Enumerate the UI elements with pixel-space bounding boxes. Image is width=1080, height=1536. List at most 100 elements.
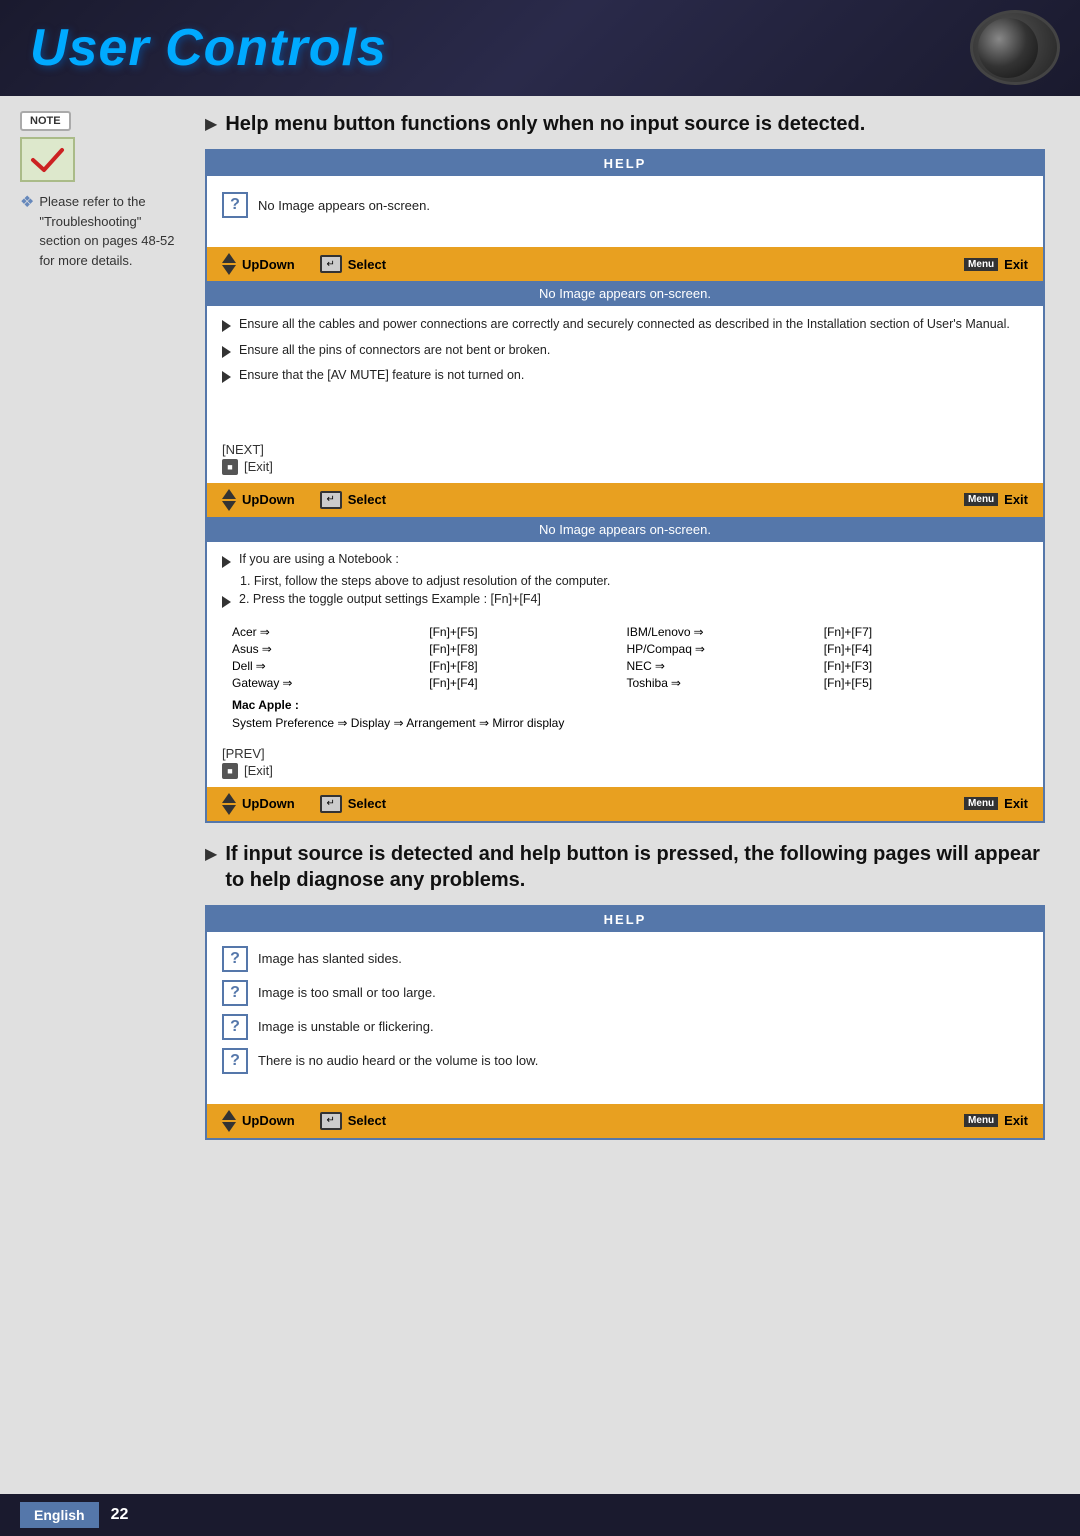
lt-dell-arrow: ⇒ <box>256 659 266 673</box>
hp2-text-2: Image is too small or too large. <box>258 985 436 1000</box>
logo <box>970 10 1060 85</box>
section1-arrow-icon: ▶ <box>205 114 217 134</box>
menu-badge-2: Menu <box>964 493 998 506</box>
nav-select-label-3: Select <box>348 796 386 811</box>
section2-heading-text: If input source is detected and help but… <box>225 841 1045 893</box>
nav-exit-4: Menu Exit <box>964 1113 1028 1128</box>
note-icon <box>20 137 75 182</box>
note-badge: NOTE <box>20 111 71 131</box>
lt-acer-key: [Fn]+[F5] <box>429 625 623 639</box>
mac-mirror: Mirror display <box>492 716 564 730</box>
bullet-text-1: Ensure all the cables and power connecti… <box>239 316 1010 334</box>
hp2-row-2: ? Image is too small or too large. <box>222 976 1028 1010</box>
lt-gateway: Gateway ⇒ <box>232 676 426 690</box>
lt-hp-arrow: ⇒ <box>695 642 705 656</box>
enter-icon-2: ↵ <box>320 491 342 509</box>
updown-arrows-icon <box>222 253 236 275</box>
menu-badge-3: Menu <box>964 797 998 810</box>
bullet-arrow-2 <box>222 346 231 358</box>
nav-select-label-4: Select <box>348 1113 386 1128</box>
lt-hp: HP/Compaq ⇒ <box>627 642 821 656</box>
section2-arrow-icon: ▶ <box>205 844 217 864</box>
enter-icon-3: ↵ <box>320 795 342 813</box>
updown-arrows-icon-2 <box>222 489 236 511</box>
help-icon-2b: ? <box>222 980 248 1006</box>
lt-nec: NEC ⇒ <box>627 659 821 673</box>
nav-exit-label-4: Exit <box>1004 1113 1028 1128</box>
nav-select-2: ↵ Select <box>320 491 386 509</box>
lt-gateway-key: [Fn]+[F4] <box>429 676 623 690</box>
lt-asus-arrow: ⇒ <box>262 642 272 656</box>
help-panel-2-title: HELP <box>207 907 1043 932</box>
lt-asus: Asus ⇒ <box>232 642 426 656</box>
notebook-section: If you are using a Notebook : 1. First, … <box>207 542 1043 621</box>
bullet-arrow-1 <box>222 320 231 332</box>
nav-exit-1: Menu Exit <box>964 257 1028 272</box>
nav-select-label-1: Select <box>348 257 386 272</box>
mac-label: Mac Apple : <box>232 698 299 712</box>
enter-icon-4: ↵ <box>320 1112 342 1130</box>
hp2-text-4: There is no audio heard or the volume is… <box>258 1053 538 1068</box>
bullet-text-2: Ensure all the pins of connectors are no… <box>239 342 550 360</box>
section1-heading: ▶ Help menu button functions only when n… <box>205 111 1045 137</box>
help-row-text: No Image appears on-screen. <box>258 198 430 213</box>
lt-asus-brand: Asus <box>232 642 259 656</box>
nav-links-1: [NEXT] ■ [Exit] <box>207 438 1043 483</box>
content-1: Ensure all the cables and power connecti… <box>207 306 1043 438</box>
updown-arrows-icon-4 <box>222 1110 236 1132</box>
help-panel-2-body: ? Image has slanted sides. ? Image is to… <box>207 932 1043 1104</box>
nav-select-label-2: Select <box>348 492 386 507</box>
nav-bar-1: UpDown ↵ Select Menu Exit <box>207 247 1043 281</box>
nav-updown-1: UpDown <box>222 253 295 275</box>
status-bar-2: No Image appears on-screen. <box>207 517 1043 542</box>
nav-bar-2: UpDown ↵ Select Menu Exit <box>207 483 1043 517</box>
nb-step2-row: 2. Press the toggle output settings Exam… <box>222 592 1028 608</box>
help-panel-1-body: ? No Image appears on-screen. <box>207 176 1043 247</box>
nav-updown-label-1: UpDown <box>242 257 295 272</box>
bullet-3: Ensure that the [AV MUTE] feature is not… <box>222 367 1028 385</box>
nb-intro: If you are using a Notebook : <box>222 552 1028 568</box>
nav-exit-label-2: Exit <box>1004 492 1028 507</box>
nav-exit-label-3: Exit <box>1004 796 1028 811</box>
nav-updown-label-2: UpDown <box>242 492 295 507</box>
lt-nec-key: [Fn]+[F3] <box>824 659 1018 673</box>
help-icon-2c: ? <box>222 1014 248 1040</box>
exit-link-1: ■ [Exit] <box>222 459 1028 475</box>
lt-nec-arrow: ⇒ <box>655 659 665 673</box>
help-panel-2: HELP ? Image has slanted sides. ? Image … <box>205 905 1045 1140</box>
lt-acer-brand: Acer <box>232 625 257 639</box>
exit-label-2: [Exit] <box>244 763 273 778</box>
nav-updown-label-3: UpDown <box>242 796 295 811</box>
help-panel-1: HELP ? No Image appears on-screen. UpDow… <box>205 149 1045 823</box>
help-icon-2d: ? <box>222 1048 248 1074</box>
section2-heading: ▶ If input source is detected and help b… <box>205 841 1045 893</box>
nav-exit-2: Menu Exit <box>964 492 1028 507</box>
note-diamond-icon: ❖ <box>20 192 34 212</box>
lt-dell-key: [Fn]+[F8] <box>429 659 623 673</box>
help-panel-1-title: HELP <box>207 151 1043 176</box>
section1-heading-text: Help menu button functions only when no … <box>225 111 865 137</box>
laptop-table: Acer ⇒ [Fn]+[F5] IBM/Lenovo ⇒ [Fn]+[F7] … <box>207 621 1043 694</box>
nav-bar-3: UpDown ↵ Select Menu Exit <box>207 787 1043 821</box>
lt-gateway-brand: Gateway <box>232 676 279 690</box>
bullet-1: Ensure all the cables and power connecti… <box>222 316 1028 334</box>
lt-acer-arrow: ⇒ <box>260 625 270 639</box>
nav-links-2: [PREV] ■ [Exit] <box>207 742 1043 787</box>
hp2-text-3: Image is unstable or flickering. <box>258 1019 434 1034</box>
nav-select-4: ↵ Select <box>320 1112 386 1130</box>
nav-updown-3: UpDown <box>222 793 295 815</box>
exit-icon-1: ■ <box>222 459 238 475</box>
nav-select-1: ↵ Select <box>320 255 386 273</box>
lt-toshiba: Toshiba ⇒ <box>627 676 821 690</box>
menu-badge-4: Menu <box>964 1114 998 1127</box>
status-bar-1: No Image appears on-screen. <box>207 281 1043 306</box>
enter-icon-1: ↵ <box>320 255 342 273</box>
exit-link-2: ■ [Exit] <box>222 763 1028 779</box>
lt-dell: Dell ⇒ <box>232 659 426 673</box>
lt-dell-brand: Dell <box>232 659 253 673</box>
lt-toshiba-arrow: ⇒ <box>671 676 681 690</box>
lt-gateway-arrow: ⇒ <box>282 676 292 690</box>
lt-hp-key: [Fn]+[F4] <box>824 642 1018 656</box>
nb-arrow-1 <box>222 556 231 568</box>
bullet-2: Ensure all the pins of connectors are no… <box>222 342 1028 360</box>
